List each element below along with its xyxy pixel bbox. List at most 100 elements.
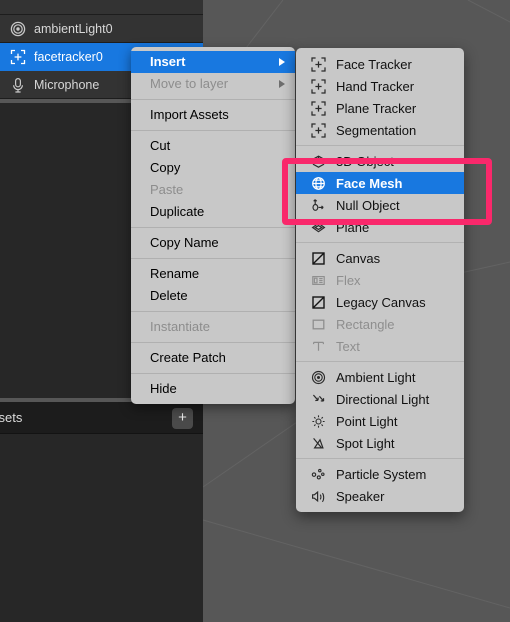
submenu-item-label: Plane [336, 219, 370, 235]
submenu-item-face-tracker[interactable]: Face Tracker [296, 53, 464, 75]
submenu-item-label: Face Tracker [336, 56, 412, 72]
menu-item-label: Hide [150, 381, 177, 396]
layer-label: facetracker0 [34, 49, 103, 64]
submenu-item-label: Speaker [336, 488, 385, 504]
menu-separator [131, 311, 295, 312]
menu-separator [131, 342, 295, 343]
submenu-item-label: Legacy Canvas [336, 294, 426, 310]
menu-item-delete[interactable]: Delete [131, 285, 295, 307]
submenu-item-directional-light[interactable]: Directional Light [296, 388, 464, 410]
submenu-item-hand-tracker[interactable]: Hand Tracker [296, 75, 464, 97]
menu-item-label: Import Assets [150, 107, 229, 122]
submenu-item-label: Ambient Light [336, 369, 416, 385]
menu-item-insert[interactable]: Insert [131, 51, 295, 73]
submenu-item-label: Hand Tracker [336, 78, 415, 94]
submenu-item-canvas[interactable]: Canvas [296, 247, 464, 269]
submenu-item-face-mesh[interactable]: Face Mesh [296, 172, 464, 194]
null-axis-icon [310, 197, 327, 214]
submenu-item-null-object[interactable]: Null Object [296, 194, 464, 216]
menu-separator [131, 99, 295, 100]
menu-item-label: Insert [150, 54, 186, 69]
menu-item-hide[interactable]: Hide [131, 378, 295, 400]
menu-separator [131, 227, 295, 228]
add-asset-button[interactable]: + [172, 408, 193, 429]
menu-item-rename[interactable]: Rename [131, 263, 295, 285]
submenu-item-particle-system[interactable]: Particle System [296, 463, 464, 485]
menu-item-label: Copy [150, 160, 181, 175]
submenu-item-label: Text [336, 338, 360, 354]
assets-panel-title: ssets [0, 410, 23, 425]
layer-row[interactable] [0, 0, 203, 15]
submenu-item-speaker[interactable]: Speaker [296, 485, 464, 507]
submenu-item-label: Segmentation [336, 122, 417, 138]
submenu-item-label: Particle System [336, 466, 427, 482]
tracker-bracket-plus-icon [310, 78, 327, 95]
submenu-item-label: Face Mesh [336, 175, 403, 191]
menu-item-label: Cut [150, 138, 171, 153]
layer-label: ambientLight0 [34, 21, 113, 36]
tracker-bracket-plus-icon [310, 56, 327, 73]
layer-row-ambient-light0[interactable]: ambientLight0 [0, 15, 203, 43]
submenu-item-label: Flex [336, 272, 361, 288]
menu-item-label: Rename [150, 266, 200, 281]
submenu-separator [296, 361, 464, 362]
submenu-item-label: Directional Light [336, 391, 430, 407]
menu-item-label: Delete [150, 288, 188, 303]
insert-submenu: Face Tracker Hand Tracker Plane Tracker … [296, 48, 464, 512]
submenu-separator [296, 145, 464, 146]
submenu-item-label: Rectangle [336, 316, 395, 332]
canvas-slash-square-icon [310, 294, 327, 311]
submenu-item-label: Point Light [336, 413, 398, 429]
menu-item-label: Move to layer [150, 76, 229, 91]
menu-item-copy[interactable]: Copy [131, 157, 295, 179]
globe-mesh-icon [310, 175, 327, 192]
menu-item-create-patch[interactable]: Create Patch [131, 347, 295, 369]
cube-3d-icon [310, 153, 327, 170]
menu-item-import-assets[interactable]: Import Assets [131, 104, 295, 126]
menu-item-paste[interactable]: Paste [131, 179, 295, 201]
menu-item-label: Instantiate [150, 319, 210, 334]
submenu-item-flex[interactable]: Flex [296, 269, 464, 291]
menu-item-cut[interactable]: Cut [131, 135, 295, 157]
submenu-item-legacy-canvas[interactable]: Legacy Canvas [296, 291, 464, 313]
submenu-item-plane[interactable]: Plane [296, 216, 464, 238]
ambient-light-icon [10, 21, 26, 37]
rectangle-icon [310, 316, 327, 333]
menu-separator [131, 130, 295, 131]
directional-light-icon [310, 391, 327, 408]
submenu-item-3d-object[interactable]: 3D Object [296, 150, 464, 172]
submenu-item-text[interactable]: Text [296, 335, 464, 357]
submenu-item-label: Null Object [336, 197, 400, 213]
submenu-item-spot-light[interactable]: Spot Light [296, 432, 464, 454]
text-t-icon [310, 338, 327, 355]
menu-separator [131, 373, 295, 374]
menu-separator [131, 258, 295, 259]
speaker-icon [310, 488, 327, 505]
submenu-item-point-light[interactable]: Point Light [296, 410, 464, 432]
ambient-light-icon [310, 369, 327, 386]
submenu-item-segmentation[interactable]: Segmentation [296, 119, 464, 141]
face-tracker-icon [10, 49, 26, 65]
canvas-slash-square-icon [310, 250, 327, 267]
assets-panel-body [0, 434, 203, 622]
submenu-item-rectangle[interactable]: Rectangle [296, 313, 464, 335]
flex-columns-icon [310, 272, 327, 289]
menu-item-instantiate[interactable]: Instantiate [131, 316, 295, 338]
microphone-icon [10, 77, 26, 93]
menu-item-label: Copy Name [150, 235, 219, 250]
submenu-item-ambient-light[interactable]: Ambient Light [296, 366, 464, 388]
menu-item-label: Create Patch [150, 350, 226, 365]
submenu-separator [296, 458, 464, 459]
cut-off-layer-icon [10, 0, 26, 15]
menu-item-duplicate[interactable]: Duplicate [131, 201, 295, 223]
chevron-right-icon [279, 58, 285, 66]
tracker-bracket-plus-icon [310, 100, 327, 117]
point-light-icon [310, 413, 327, 430]
submenu-item-plane-tracker[interactable]: Plane Tracker [296, 97, 464, 119]
menu-item-move-to-layer[interactable]: Move to layer [131, 73, 295, 95]
menu-item-label: Paste [150, 182, 184, 197]
submenu-item-label: Plane Tracker [336, 100, 417, 116]
spot-light-icon [310, 435, 327, 452]
menu-item-copy-name[interactable]: Copy Name [131, 232, 295, 254]
submenu-separator [296, 242, 464, 243]
